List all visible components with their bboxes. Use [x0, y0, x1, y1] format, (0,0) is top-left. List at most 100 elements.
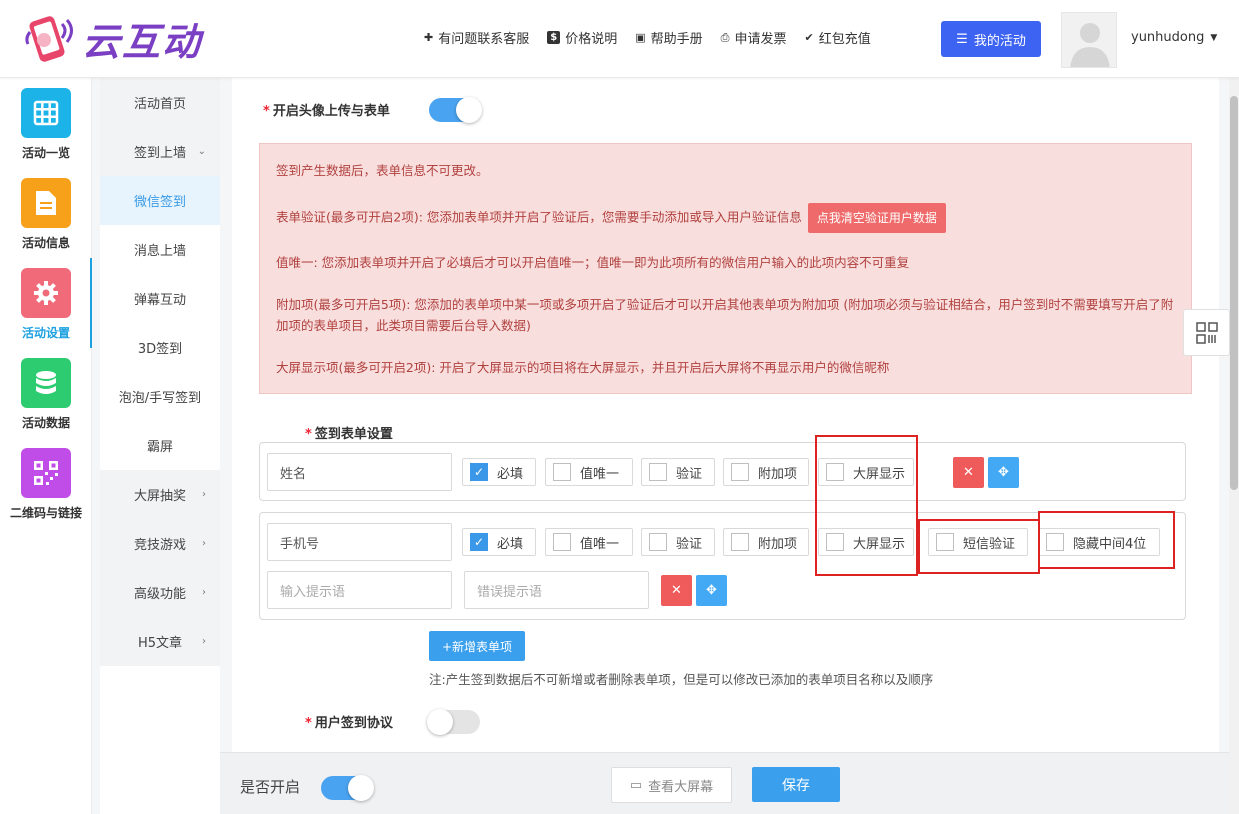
- submenu-message-wall[interactable]: 消息上墙: [100, 225, 220, 274]
- unique-checkbox[interactable]: 值唯一: [545, 458, 633, 486]
- avatar[interactable]: [1061, 12, 1117, 68]
- sidebar-item-label: 活动一览: [21, 146, 70, 160]
- submenu-activity-home[interactable]: 活动首页: [100, 78, 220, 127]
- nav-label: 帮助手册: [650, 32, 703, 47]
- save-button[interactable]: 保存: [752, 767, 840, 802]
- avatar-form-toggle[interactable]: [429, 97, 482, 123]
- check-icon: ✓: [470, 463, 488, 481]
- add-form-item-button[interactable]: +新增表单项: [429, 631, 525, 661]
- required-checkbox[interactable]: ✓ 必填: [462, 458, 536, 486]
- field-phone-input[interactable]: 手机号: [267, 523, 452, 561]
- checkbox-box: [826, 463, 844, 481]
- checkbox-label: 附加项: [758, 466, 798, 482]
- extra-checkbox[interactable]: 附加项: [723, 458, 809, 486]
- user-plus-icon: ✚: [424, 31, 434, 44]
- checkbox-box: [731, 463, 749, 481]
- scrollbar-thumb[interactable]: [1230, 96, 1238, 490]
- document-icon: [21, 178, 71, 228]
- form-row-name: 姓名 ✓ 必填 值唯一 验证 附加项 大屏显示 ✕ ✥: [259, 442, 1186, 501]
- view-big-screen-button[interactable]: ▭ 查看大屏幕: [611, 767, 732, 803]
- avatar-form-label: * 开启头像上传与表单: [263, 100, 390, 119]
- phone-logo-icon: [22, 10, 78, 66]
- label-text: 用户签到协议: [314, 716, 393, 731]
- contact-support-link[interactable]: ✚ 有问题联系客服: [424, 28, 529, 47]
- invoice-link[interactable]: ⎙ 申请发票: [720, 28, 787, 48]
- required-checkbox[interactable]: ✓ 必填: [462, 528, 536, 556]
- username: yunhudong: [1131, 30, 1205, 45]
- unique-checkbox[interactable]: 值唯一: [545, 528, 633, 556]
- submenu-screen-takeover[interactable]: 霸屏: [100, 421, 220, 470]
- sms-verify-checkbox[interactable]: 短信验证: [928, 528, 1028, 556]
- sidebar-item-label: 二维码与链接: [9, 506, 82, 520]
- form-note: 注:产生签到数据后不可新增或者删除表单项，但是可以修改已添加的表单项目名称以及顺…: [429, 672, 934, 687]
- submenu-label: 霸屏: [146, 440, 173, 455]
- top-header: 云互动 ✚ 有问题联系客服 $ 价格说明 ▣ 帮助手册 ⎙ 申请发票 ✔ 红包充…: [0, 0, 1239, 78]
- screen-display-checkbox[interactable]: 大屏显示: [818, 528, 914, 556]
- alert-line: 大屏显示项(最多可开启2项): 开启了大屏显示的项目将在大屏显示，并且开启后大屏…: [276, 360, 890, 375]
- printer-icon: ⎙: [720, 30, 730, 44]
- delete-row-button[interactable]: ✕: [953, 457, 984, 488]
- clear-verify-data-button[interactable]: 点我清空验证用户数据: [807, 203, 946, 233]
- submenu-games[interactable]: 竞技游戏 ›: [100, 519, 220, 568]
- checkbox-label: 大屏显示: [853, 466, 906, 482]
- delete-row-button[interactable]: ✕: [661, 575, 692, 606]
- submenu-wechat-signin[interactable]: 微信签到: [100, 176, 220, 225]
- chevron-right-icon: ›: [202, 587, 206, 598]
- qrcode-icon: [21, 448, 71, 498]
- default-avatar-icon: [1070, 23, 1110, 67]
- toggle-knob: [427, 709, 453, 735]
- chevron-down-icon: ⌄: [197, 146, 206, 157]
- sidebar-item-activity-overview[interactable]: 活动一览: [0, 78, 92, 168]
- page-scrollbar[interactable]: [1229, 78, 1239, 814]
- pricing-link[interactable]: $ 价格说明: [547, 28, 617, 47]
- screen-display-checkbox[interactable]: 大屏显示: [818, 458, 914, 486]
- caret-down-icon: ▼: [1210, 32, 1218, 43]
- activity-open-toggle[interactable]: [321, 775, 374, 801]
- move-icon: ✥: [706, 583, 717, 598]
- floating-qrcode-button[interactable]: [1183, 309, 1230, 356]
- verify-checkbox[interactable]: 验证: [641, 458, 715, 486]
- sidebar-item-qrcode-links[interactable]: 二维码与链接: [0, 438, 92, 528]
- submenu-signin-wall[interactable]: 签到上墙 ⌄: [100, 127, 220, 176]
- hint-text-input[interactable]: 输入提示语: [267, 571, 452, 609]
- my-activity-button[interactable]: ☰ 我的活动: [941, 21, 1041, 57]
- error-text-input[interactable]: 错误提示语: [464, 571, 649, 609]
- agreement-toggle[interactable]: [427, 709, 480, 735]
- submenu-h5-article[interactable]: H5文章 ›: [100, 617, 220, 666]
- user-menu[interactable]: yunhudong ▼: [1131, 30, 1217, 45]
- sub-menu-filler: [100, 666, 220, 814]
- main-sidebar: 活动一览 活动信息 活动设置 活动数据 二维码与链接: [0, 78, 92, 814]
- checkbox-label: 大屏显示: [853, 536, 906, 552]
- logo[interactable]: 云互动: [22, 10, 202, 66]
- move-icon: ✥: [998, 465, 1009, 480]
- checkbox-label: 必填: [497, 536, 524, 552]
- drag-row-button[interactable]: ✥: [696, 575, 727, 606]
- alert-line: 值唯一: 您添加表单项并开启了必填后才可以开启值唯一；值唯一即为此项所有的微信用…: [276, 255, 910, 270]
- alert-line: 签到产生数据后，表单信息不可更改。: [276, 163, 489, 178]
- drag-row-button[interactable]: ✥: [988, 457, 1019, 488]
- sidebar-item-activity-info[interactable]: 活动信息: [0, 168, 92, 258]
- submenu-label: 微信签到: [133, 195, 186, 210]
- label-text: 签到表单设置: [314, 427, 393, 442]
- sidebar-item-activity-data[interactable]: 活动数据: [0, 348, 92, 438]
- toggle-knob: [456, 97, 482, 123]
- book-icon: ▣: [635, 31, 646, 44]
- agreement-label: * 用户签到协议: [305, 712, 393, 731]
- nav-label: 红包充值: [818, 32, 871, 47]
- submenu-danmaku[interactable]: 弹幕互动: [100, 274, 220, 323]
- redpacket-recharge-link[interactable]: ✔ 红包充值: [805, 28, 871, 47]
- hide-middle-digits-checkbox[interactable]: 隐藏中间4位: [1038, 528, 1160, 556]
- sidebar-item-activity-settings[interactable]: 活动设置: [0, 258, 92, 348]
- open-label: 是否开启: [240, 778, 301, 796]
- submenu-bubble-signin[interactable]: 泡泡/手写签到: [100, 372, 220, 421]
- submenu-lottery[interactable]: 大屏抽奖 ›: [100, 470, 220, 519]
- checkbox-label: 验证: [676, 466, 703, 482]
- my-activity-label: 我的活动: [973, 33, 1026, 49]
- alert-line-verify: 表单验证(最多可开启2项): 您添加表单项并开启了验证后，您需要手动添加或导入用…: [276, 203, 1181, 233]
- submenu-3d-signin[interactable]: 3D签到: [100, 323, 220, 372]
- submenu-advanced[interactable]: 高级功能 ›: [100, 568, 220, 617]
- help-manual-link[interactable]: ▣ 帮助手册: [635, 28, 702, 47]
- extra-checkbox[interactable]: 附加项: [723, 528, 809, 556]
- field-name-input[interactable]: 姓名: [267, 453, 452, 491]
- verify-checkbox[interactable]: 验证: [641, 528, 715, 556]
